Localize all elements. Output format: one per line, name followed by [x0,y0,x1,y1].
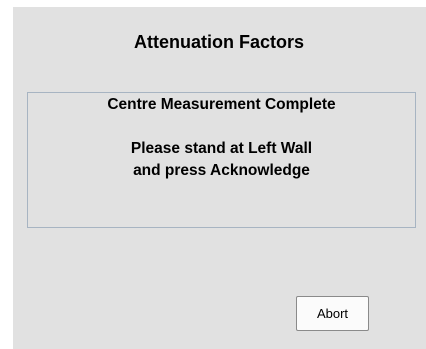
instruction-line-2: and press Acknowledge [133,162,310,179]
abort-button[interactable]: Abort [296,296,369,331]
instruction-line-1: Please stand at Left Wall [130,140,313,157]
status-message: Centre Measurement Complete [107,96,336,113]
attenuation-dialog: Attenuation Factors Centre Measurement C… [13,7,426,349]
message-panel: Centre Measurement Complete Please stand… [27,92,416,228]
dialog-title: Attenuation Factors [133,32,304,52]
